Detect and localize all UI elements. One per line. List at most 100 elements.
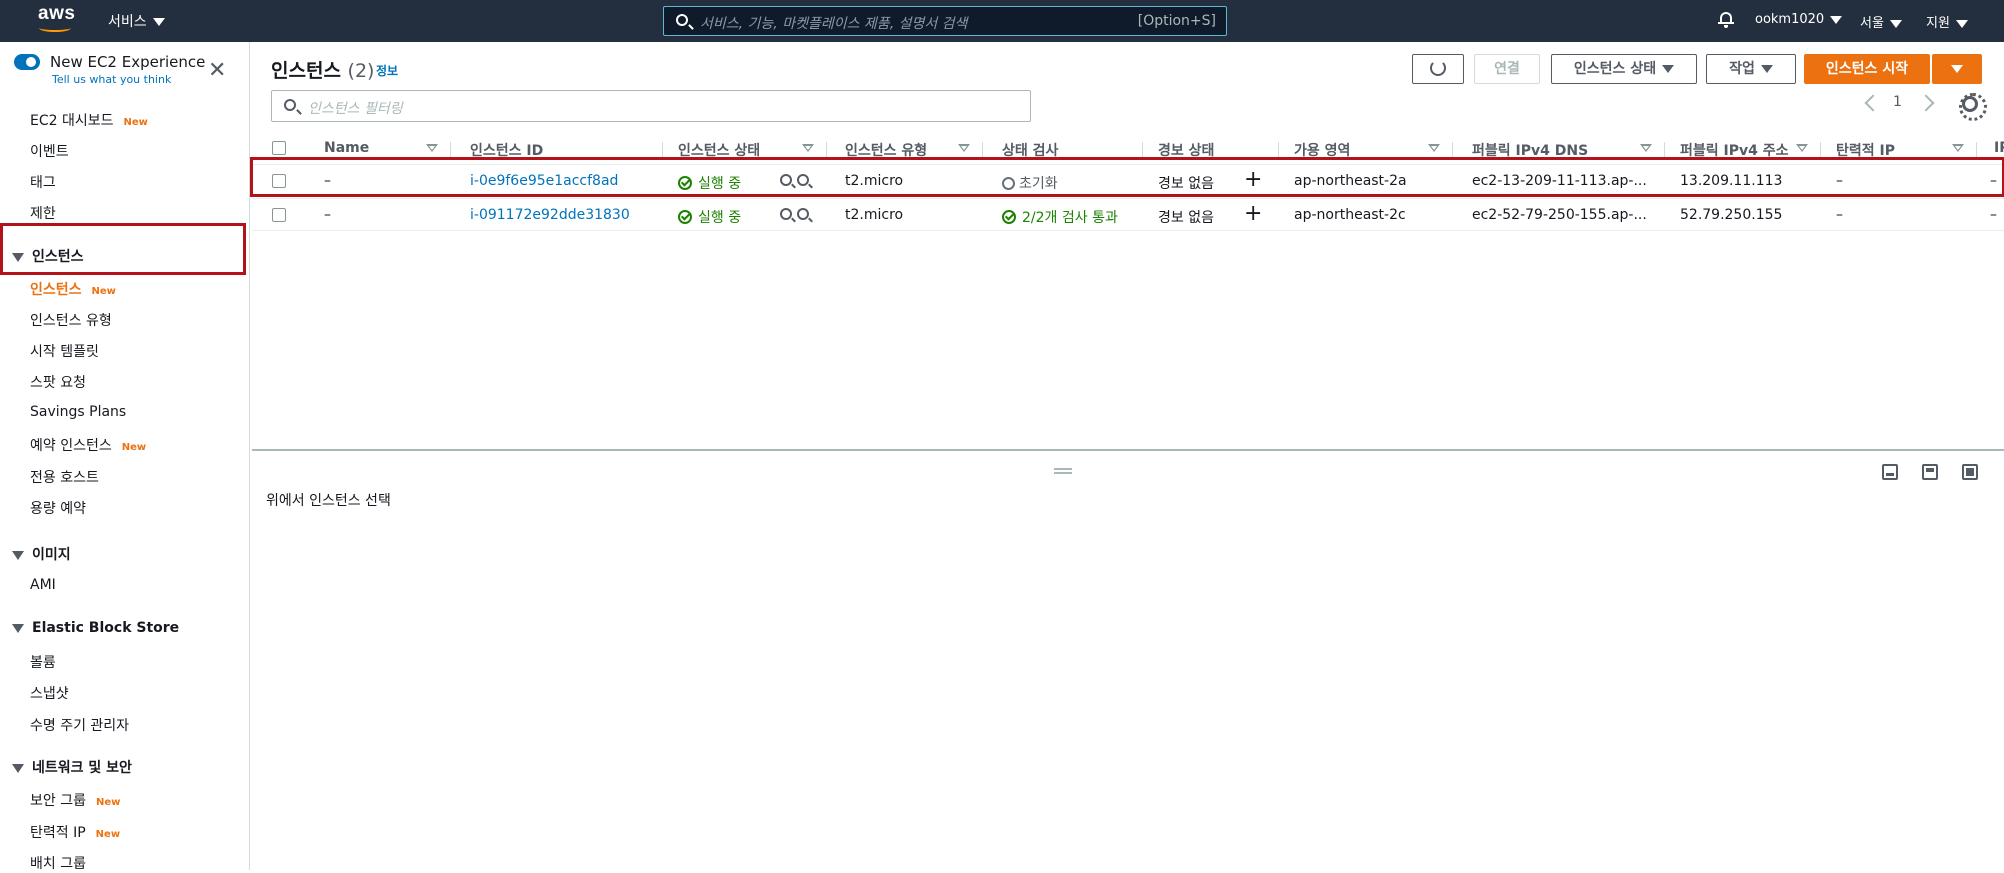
check-circle-icon: [678, 210, 692, 224]
search-icon: [676, 14, 688, 26]
sidebar-item-launch-templates[interactable]: 시작 템플릿: [30, 341, 99, 361]
sort-icon[interactable]: [958, 144, 970, 152]
sidebar-section-images[interactable]: 이미지: [12, 544, 71, 564]
caret-down-icon: [1662, 65, 1675, 73]
sidebar-section-network-security[interactable]: 네트워크 및 보안: [12, 757, 132, 777]
new-badge: New: [91, 286, 116, 297]
sidebar-item-snapshots[interactable]: 스냅샷: [30, 683, 69, 703]
sidebar-item-capacity-reservations[interactable]: 용량 예약: [30, 498, 86, 518]
public-dns: ec2-52-79-250-155.ap-...: [1472, 207, 1647, 223]
row-checkbox[interactable]: [272, 208, 286, 222]
sidebar-item-security-groups[interactable]: 보안 그룹 New: [30, 790, 120, 810]
highlight-box-row: [250, 157, 2004, 197]
support-menu[interactable]: 지원: [1926, 12, 1968, 31]
sidebar-item-ami[interactable]: AMI: [30, 577, 56, 593]
sort-icon[interactable]: [426, 144, 438, 152]
launch-instances-button[interactable]: 인스턴스 시작: [1804, 54, 1930, 84]
column-header-ip[interactable]: IP: [1994, 140, 2004, 156]
sort-icon[interactable]: [1796, 144, 1808, 152]
availability-zone: ap-northeast-2c: [1294, 207, 1406, 223]
page-title: 인스턴스 (2): [271, 60, 375, 82]
sidebar-item-reserved-instances[interactable]: 예약 인스턴스 New: [30, 435, 146, 455]
sidebar-section-ebs[interactable]: Elastic Block Store: [12, 620, 179, 636]
sidebar-item-instance-types[interactable]: 인스턴스 유형: [30, 310, 112, 330]
sidebar-item-tags[interactable]: 태그: [30, 172, 56, 192]
select-all-checkbox[interactable]: [272, 141, 286, 155]
zoom-in-icon: [780, 208, 792, 220]
actions-button[interactable]: 작업: [1706, 54, 1796, 84]
new-badge: New: [123, 117, 148, 128]
account-menu[interactable]: ookm1020: [1755, 12, 1843, 27]
caret-down-icon: [1760, 65, 1773, 73]
zoom-out-icon: [797, 208, 809, 220]
gear-icon[interactable]: [1959, 93, 1987, 121]
sort-icon[interactable]: [1640, 144, 1652, 152]
column-header-name[interactable]: Name: [324, 140, 369, 156]
caret-down-icon: [12, 623, 24, 633]
sidebar-item-limits[interactable]: 제한: [30, 203, 56, 223]
close-icon[interactable]: ✕: [208, 60, 226, 82]
caret-down-icon: [1830, 15, 1843, 24]
sort-icon[interactable]: [802, 144, 814, 152]
instance-type: t2.micro: [845, 207, 904, 223]
aws-smile-icon: [39, 24, 71, 32]
refresh-button[interactable]: [1412, 54, 1464, 84]
instance-filter-input[interactable]: 인스턴스 필터링: [271, 90, 1031, 122]
instance-state-button[interactable]: 인스턴스 상태: [1551, 54, 1697, 84]
feedback-link[interactable]: Tell us what you think: [52, 73, 171, 86]
sidebar-item-savings-plans[interactable]: Savings Plans: [30, 404, 126, 420]
resize-handle-icon[interactable]: [1054, 468, 1072, 474]
alarm-status: 경보 없음: [1158, 210, 1214, 226]
sidebar-item-instances[interactable]: 인스턴스 New: [30, 279, 116, 299]
sidebar: New EC2 Experience Tell us what you thin…: [0, 42, 250, 873]
sidebar-item-lifecycle-manager[interactable]: 수명 주기 관리자: [30, 715, 129, 735]
caret-down-icon: [152, 18, 165, 26]
bell-icon[interactable]: [1718, 10, 1734, 28]
sidebar-item-ec2-dashboard[interactable]: EC2 대시보드 New: [30, 110, 148, 130]
plus-icon[interactable]: +: [1244, 203, 1262, 225]
refresh-icon: [1430, 60, 1446, 76]
search-icon: [284, 99, 296, 111]
panel-bottom-icon[interactable]: [1882, 464, 1898, 480]
instance-name: –: [324, 207, 331, 223]
instance-state: 실행 중: [678, 207, 741, 227]
sidebar-item-placement-groups[interactable]: 배치 그룹: [30, 853, 86, 873]
region-menu[interactable]: 서울: [1860, 12, 1902, 31]
services-menu[interactable]: 서비스: [108, 11, 165, 31]
sort-icon[interactable]: [1428, 144, 1440, 152]
highlight-box-sidebar: [0, 223, 246, 275]
page-number[interactable]: 1: [1893, 94, 1902, 110]
top-navigation-bar: aws 서비스 서비스, 기능, 마켓플레이스 제품, 설명서 검색 [Opti…: [0, 0, 2004, 42]
caret-down-icon: [1955, 19, 1968, 28]
instance-id-link[interactable]: i-091172e92dde31830: [470, 207, 630, 223]
details-empty-message: 위에서 인스턴스 선택: [266, 493, 391, 509]
info-link[interactable]: 정보: [376, 62, 398, 79]
sidebar-item-volumes[interactable]: 볼륨: [30, 652, 56, 672]
panel-full-icon[interactable]: [1962, 464, 1978, 480]
caret-down-icon: [1889, 19, 1902, 28]
sidebar-item-elastic-ips[interactable]: 탄력적 IP New: [30, 822, 120, 842]
new-experience-toggle[interactable]: [14, 54, 40, 70]
chevron-right-icon[interactable]: [1917, 94, 1935, 112]
global-search-input[interactable]: 서비스, 기능, 마켓플레이스 제품, 설명서 검색 [Option+S]: [663, 6, 1227, 36]
panel-side-icon[interactable]: [1922, 464, 1938, 480]
table-row[interactable]: – i-091172e92dde31830 실행 중 t2.micro 2/2개…: [252, 198, 2004, 231]
instance-count: (2): [347, 60, 375, 82]
new-badge: New: [121, 442, 147, 453]
chevron-left-icon[interactable]: [1864, 94, 1882, 112]
split-panel-divider[interactable]: [252, 449, 2004, 451]
sidebar-item-events[interactable]: 이벤트: [30, 141, 69, 161]
aws-logo[interactable]: aws: [38, 4, 75, 36]
caret-down-icon: [12, 763, 24, 773]
connect-button[interactable]: 연결: [1474, 54, 1540, 84]
caret-down-icon: [1951, 65, 1963, 73]
sidebar-item-spot-requests[interactable]: 스팟 요청: [30, 372, 86, 392]
zoom-controls[interactable]: [780, 207, 814, 223]
new-badge: New: [95, 829, 121, 840]
sidebar-item-dedicated-hosts[interactable]: 전용 호스트: [30, 467, 99, 487]
elastic-ip: –: [1836, 207, 1843, 223]
sort-icon[interactable]: [1952, 144, 1964, 152]
launch-dropdown-button[interactable]: [1932, 54, 1982, 84]
status-check: 2/2개 검사 통과: [1002, 207, 1118, 227]
ip-cell: –: [1990, 207, 1997, 223]
